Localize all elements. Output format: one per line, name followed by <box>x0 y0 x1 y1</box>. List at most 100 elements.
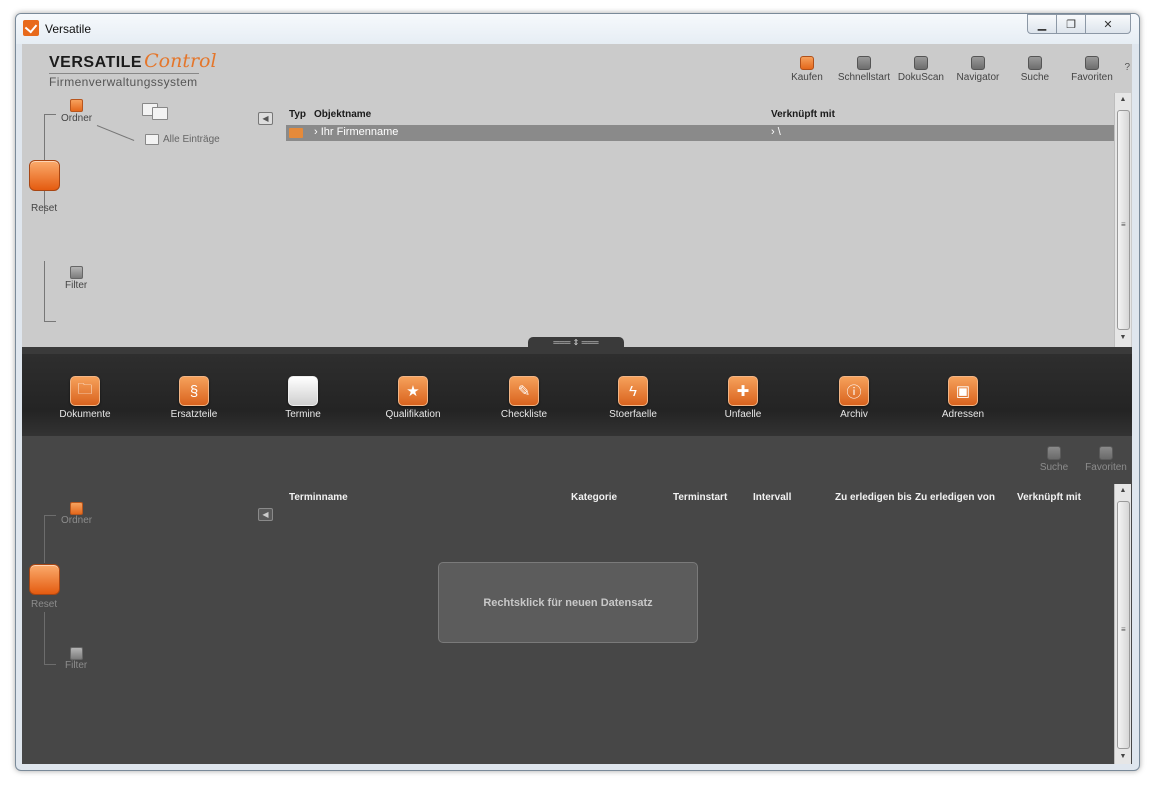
toolbar-dokuscan[interactable]: DokuScan <box>892 56 949 83</box>
bottom-vertical-scrollbar[interactable]: ▲ ≡ ▼ <box>1114 484 1131 764</box>
toolbar-label: DokuScan <box>897 72 944 83</box>
column-header-kategorie[interactable]: Kategorie <box>571 492 617 503</box>
filter-label[interactable]: Filter <box>65 660 87 671</box>
suche-icon <box>1047 446 1061 460</box>
column-header-zu-erledigen-bis[interactable]: Zu erledigen bis <box>835 492 912 503</box>
column-header-intervall[interactable]: Intervall <box>753 492 791 503</box>
alle-eintraege-label[interactable]: Alle Einträge <box>163 134 220 145</box>
address-icon: ▣ <box>948 376 978 406</box>
folder-icon <box>145 134 159 145</box>
toolbar-label: Favoriten <box>1071 72 1113 83</box>
collapse-tree-button[interactable]: ◀ <box>258 508 273 521</box>
module-termine[interactable]: Termine <box>253 376 353 420</box>
toolbar-navigator[interactable]: Navigator <box>949 56 1006 83</box>
arrow-left-icon: ◀ <box>262 510 269 519</box>
column-header-zu-erledigen-von[interactable]: Zu erledigen von <box>915 492 995 503</box>
collapse-tree-button[interactable]: ◀ <box>258 112 273 125</box>
splitter-handle[interactable]: ═══ ⇕ ═══ <box>528 337 624 349</box>
close-icon: ✕ <box>1103 18 1113 31</box>
tree-connector <box>44 515 45 563</box>
tree-connector <box>44 321 56 322</box>
brand-logo: VERSATILE Control Firmenverwaltungssystem <box>49 50 217 89</box>
module-label: Termine <box>285 409 321 420</box>
scroll-down-icon[interactable]: ▼ <box>1115 750 1131 764</box>
module-label: Dokumente <box>59 409 111 420</box>
empty-state-hint[interactable]: Rechtsklick für neuen Datensatz <box>438 562 698 643</box>
favoriten-icon <box>1099 446 1113 460</box>
first-aid-icon: ✚ <box>728 376 758 406</box>
bottom-toolbar-suche[interactable]: Suche <box>1029 446 1079 473</box>
ordner-node-icon[interactable] <box>70 502 83 515</box>
module-dokumente[interactable]: 🗀 Dokumente <box>35 376 135 420</box>
help-button[interactable]: ? <box>1124 62 1130 83</box>
grip-icon: ≡ <box>1121 220 1126 229</box>
module-checkliste[interactable]: ✎ Checkliste <box>474 376 574 420</box>
module-label: Qualifikation <box>385 409 441 420</box>
column-header-typ[interactable]: Typ <box>289 109 306 120</box>
logo-subtitle: Firmenverwaltungssystem <box>49 75 198 89</box>
calendar-icon <box>288 376 318 406</box>
ordner-node-icon[interactable] <box>70 99 83 112</box>
logo-main-text: VERSATILE <box>49 54 143 71</box>
suche-icon <box>1027 56 1042 70</box>
reset-button[interactable] <box>29 160 60 191</box>
row-verknuepft: › \ <box>771 126 781 138</box>
toolbar-suche[interactable]: Suche <box>1006 56 1063 83</box>
row-objektname: › Ihr Firmenname <box>314 126 399 138</box>
module-stoerfaelle[interactable]: ϟ Stoerfaelle <box>583 376 683 420</box>
scroll-thumb[interactable]: ≡ <box>1117 110 1130 330</box>
empty-hint-text: Rechtsklick für neuen Datensatz <box>483 596 653 609</box>
toolbar-label: Suche <box>1039 462 1069 473</box>
window-title: Versatile <box>45 22 92 36</box>
bottom-folder-tree: Ordner Reset Filter <box>22 502 252 742</box>
module-archiv[interactable]: ⓘ Archiv <box>804 376 904 420</box>
ordner-label[interactable]: Ordner <box>61 113 92 124</box>
minimize-button[interactable]: ▁ <box>1027 14 1057 34</box>
main-toolbar: Kaufen Schnellstart DokuScan Navigator S… <box>778 56 1130 83</box>
filter-node-icon[interactable] <box>70 266 83 279</box>
module-label: Checkliste <box>500 409 548 420</box>
toolbar-favoriten[interactable]: Favoriten <box>1063 56 1120 83</box>
title-bar[interactable]: Versatile ▁ ❐ ✕ <box>16 14 1139 44</box>
scroll-thumb[interactable]: ≡ <box>1117 501 1130 749</box>
minimize-icon: ▁ <box>1037 18 1047 31</box>
client-area: VERSATILE Control Firmenverwaltungssystem… <box>22 44 1132 764</box>
filter-node-icon[interactable] <box>70 647 83 660</box>
tree-connector <box>44 261 45 321</box>
logo-divider <box>49 73 199 74</box>
reset-label: Reset <box>31 599 58 610</box>
restore-button[interactable]: ❐ <box>1056 14 1086 34</box>
navigator-icon <box>970 56 985 70</box>
close-button[interactable]: ✕ <box>1085 14 1131 34</box>
module-bar: 🗀 Dokumente § Ersatzteile Termine ★ Qualifi… <box>22 354 1132 436</box>
filter-label[interactable]: Filter <box>65 280 87 291</box>
module-label: Ersatzteile <box>170 409 218 420</box>
reset-button[interactable] <box>29 564 60 595</box>
column-header-objektname[interactable]: Objektname <box>314 109 371 120</box>
column-header-verknuepft[interactable]: Verknüpft mit <box>771 109 835 120</box>
bottom-pane: Suche Favoriten Ordner Reset Filter ◀ Te… <box>22 436 1132 764</box>
column-header-verknuepft[interactable]: Verknüpft mit <box>1017 492 1081 503</box>
ordner-label[interactable]: Ordner <box>61 515 92 526</box>
column-header-terminstart[interactable]: Terminstart <box>673 492 727 503</box>
scroll-up-icon[interactable]: ▲ <box>1115 93 1131 107</box>
arrow-left-icon: ◀ <box>262 114 269 123</box>
module-ersatzteile[interactable]: § Ersatzteile <box>144 376 244 420</box>
grip-icon: ≡ <box>1121 625 1126 634</box>
bottom-toolbar-favoriten[interactable]: Favoriten <box>1081 446 1131 473</box>
scroll-down-icon[interactable]: ▼ <box>1115 331 1131 345</box>
scroll-up-icon[interactable]: ▲ <box>1115 484 1131 498</box>
info-icon: ⓘ <box>839 376 869 406</box>
kaufen-icon <box>799 56 814 70</box>
module-adressen[interactable]: ▣ Adressen <box>913 376 1013 420</box>
module-unfaelle[interactable]: ✚ Unfaelle <box>693 376 793 420</box>
pane-splitter[interactable]: ═══ ⇕ ═══ <box>22 337 1132 354</box>
toolbar-kaufen[interactable]: Kaufen <box>778 56 835 83</box>
schnellstart-icon <box>856 56 871 70</box>
column-header-terminname[interactable]: Terminname <box>289 492 348 503</box>
top-vertical-scrollbar[interactable]: ▲ ≡ ▼ <box>1114 93 1131 347</box>
module-qualifikation[interactable]: ★ Qualifikation <box>363 376 463 420</box>
table-row[interactable]: › Ihr Firmenname › \ <box>286 125 1114 141</box>
toolbar-schnellstart[interactable]: Schnellstart <box>835 56 892 83</box>
checklist-icon: ✎ <box>509 376 539 406</box>
